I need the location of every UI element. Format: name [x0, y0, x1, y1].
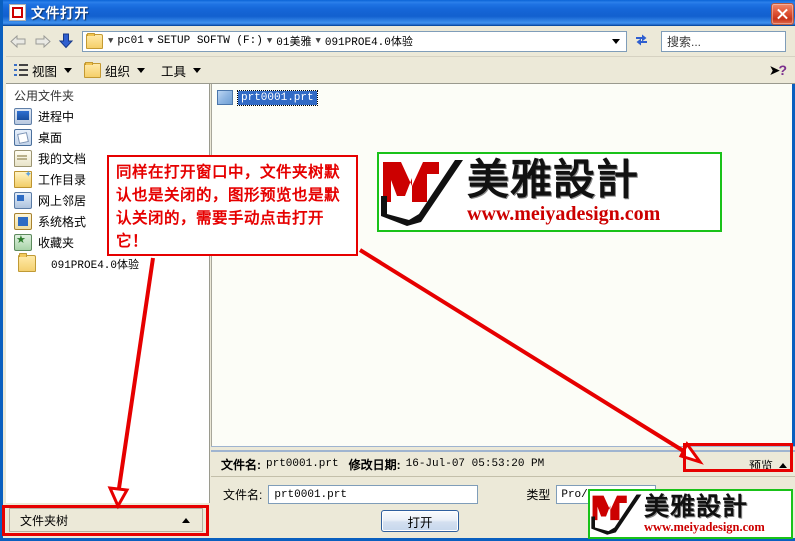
toolbar: 视图 组织 工具 ➤? [6, 57, 795, 84]
watermark-brand: 美雅設計 [467, 154, 640, 204]
watermark-text-block: 美雅設計 www.meiyadesign.com [467, 154, 720, 230]
watermark-logo-main: 美雅設計 www.meiyadesign.com [377, 152, 722, 232]
file-name-label: prt0001.prt [237, 89, 318, 106]
crumb-separator: ▼ [266, 36, 273, 46]
highlight-folder-tree [2, 505, 209, 536]
filename-field-label: 文件名: [223, 488, 263, 502]
help-glyph: ? [778, 62, 787, 78]
breadcrumb-item-0[interactable]: pc01 [116, 35, 144, 47]
view-menu-button[interactable]: 视图 [10, 59, 76, 81]
open-button[interactable]: 打开 [381, 510, 459, 532]
sidebar-item-label: 桌面 [38, 131, 63, 145]
refresh-button[interactable] [629, 29, 653, 53]
organize-menu-button[interactable]: 组织 [80, 59, 149, 81]
forward-arrow-icon [34, 34, 51, 48]
folder-new-icon [84, 61, 102, 78]
breadcrumb-item-2[interactable]: 01美雅 [275, 33, 312, 49]
back-arrow-icon [9, 34, 27, 48]
annotation-callout: 同样在打开窗口中，文件夹树默认也是关闭的，图形预览也是默认关闭的，需要手动点击打… [107, 155, 358, 256]
crumb-separator: ▼ [315, 36, 321, 46]
organize-menu-label: 组织 [105, 64, 131, 79]
sidebar-item-desktop[interactable]: 桌面 [6, 127, 209, 148]
meiya-m-logo-icon [590, 492, 644, 536]
info-moddate-label: 修改日期: [348, 457, 401, 472]
sidebar-item-label: 收藏夹 [38, 236, 75, 250]
my-documents-icon [14, 150, 32, 167]
monitor-icon [14, 108, 32, 125]
list-item[interactable]: prt0001.prt [217, 89, 792, 106]
window-title: 文件打开 [31, 4, 89, 21]
annotation-text: 同样在打开窗口中，文件夹树默认也是关闭的，图形预览也是默认关闭的，需要手动点击打… [116, 163, 341, 250]
tools-menu-button[interactable]: 工具 [153, 59, 205, 81]
sidebar-item-label: 网上邻居 [38, 194, 87, 208]
part-file-icon [217, 90, 233, 105]
recent-folders-button[interactable] [54, 30, 78, 52]
refresh-icon [634, 33, 649, 50]
sidebar-item-label: 进程中 [38, 110, 75, 124]
address-bar: ▼ pc01 ▼ SETUP SOFTW (F:) ▼ 01美雅 ▼ 091PR… [6, 26, 795, 57]
down-arrow-icon [58, 33, 74, 49]
help-cursor-icon[interactable]: ➤? [769, 62, 787, 79]
view-menu-label: 视图 [32, 64, 58, 79]
meiya-m-logo-icon [379, 156, 467, 228]
info-filename-label: 文件名: [221, 457, 261, 472]
file-list-pane[interactable]: prt0001.prt [211, 84, 792, 449]
sidebar-item-label: 091PROE4.0体验 [51, 259, 140, 272]
close-button[interactable] [771, 3, 794, 25]
sidebar-item-label: 系统格式 [38, 215, 87, 229]
breadcrumb-item-3[interactable]: 091PROE4.0体验 [324, 33, 414, 49]
crumb-separator: ▼ [147, 36, 154, 46]
tools-menu-label: 工具 [161, 64, 187, 79]
list-view-icon [14, 64, 28, 76]
file-open-dialog: 文件打开 ▼ pc01 ▼ SETUP SOFTW (F:) ▼ 01美雅 ▼ … [0, 0, 795, 541]
favorites-icon [14, 233, 32, 251]
forward-button[interactable] [30, 30, 54, 52]
type-field-label: 类型 [526, 488, 551, 502]
working-directory-icon [14, 170, 32, 188]
chevron-down-icon [193, 67, 202, 73]
chevron-down-icon[interactable] [612, 38, 620, 44]
chevron-down-icon [64, 67, 73, 73]
filename-input[interactable]: prt0001.prt [268, 485, 479, 504]
sidebar-item-in-session[interactable]: 进程中 [6, 106, 209, 127]
sidebar-item-label: 我的文档 [38, 152, 87, 166]
sidebar: 公用文件夹 进程中 桌面 我的文档 工作目录 网上邻居 [6, 84, 210, 503]
sidebar-group-title: 公用文件夹 [14, 89, 75, 103]
window-icon [9, 4, 26, 21]
watermark-url: www.meiyadesign.com [644, 519, 765, 534]
window-controls [771, 3, 794, 25]
desktop-icon [14, 129, 32, 146]
watermark-text-block: 美雅設計 www.meiyadesign.com [644, 491, 791, 537]
sidebar-item-label: 工作目录 [38, 173, 87, 187]
crumb-separator: ▼ [108, 36, 114, 46]
network-neighborhood-icon [14, 192, 32, 209]
highlight-preview [683, 443, 793, 472]
sidebar-item-current-folder[interactable]: 091PROE4.0体验 [6, 253, 209, 274]
info-filename-value: prt0001.prt [266, 458, 339, 470]
back-button[interactable] [6, 30, 30, 52]
address-input[interactable]: ▼ pc01 ▼ SETUP SOFTW (F:) ▼ 01美雅 ▼ 091PR… [82, 30, 627, 52]
watermark-brand: 美雅設計 [644, 491, 749, 521]
watermark-url: www.meiyadesign.com [467, 202, 661, 225]
watermark-logo-small: 美雅設計 www.meiyadesign.com [588, 489, 793, 539]
folder-icon [86, 32, 103, 49]
info-moddate-value: 16-Jul-07 05:53:20 PM [405, 458, 545, 470]
chevron-down-icon [137, 67, 146, 73]
folder-icon [18, 253, 36, 272]
title-bar: 文件打开 [3, 0, 795, 26]
breadcrumb-item-1[interactable]: SETUP SOFTW (F:) [156, 35, 264, 47]
search-input[interactable]: 搜索... [661, 30, 786, 52]
window-frame: 文件打开 ▼ pc01 ▼ SETUP SOFTW (F:) ▼ 01美雅 ▼ … [0, 0, 795, 541]
system-format-icon [14, 213, 32, 230]
